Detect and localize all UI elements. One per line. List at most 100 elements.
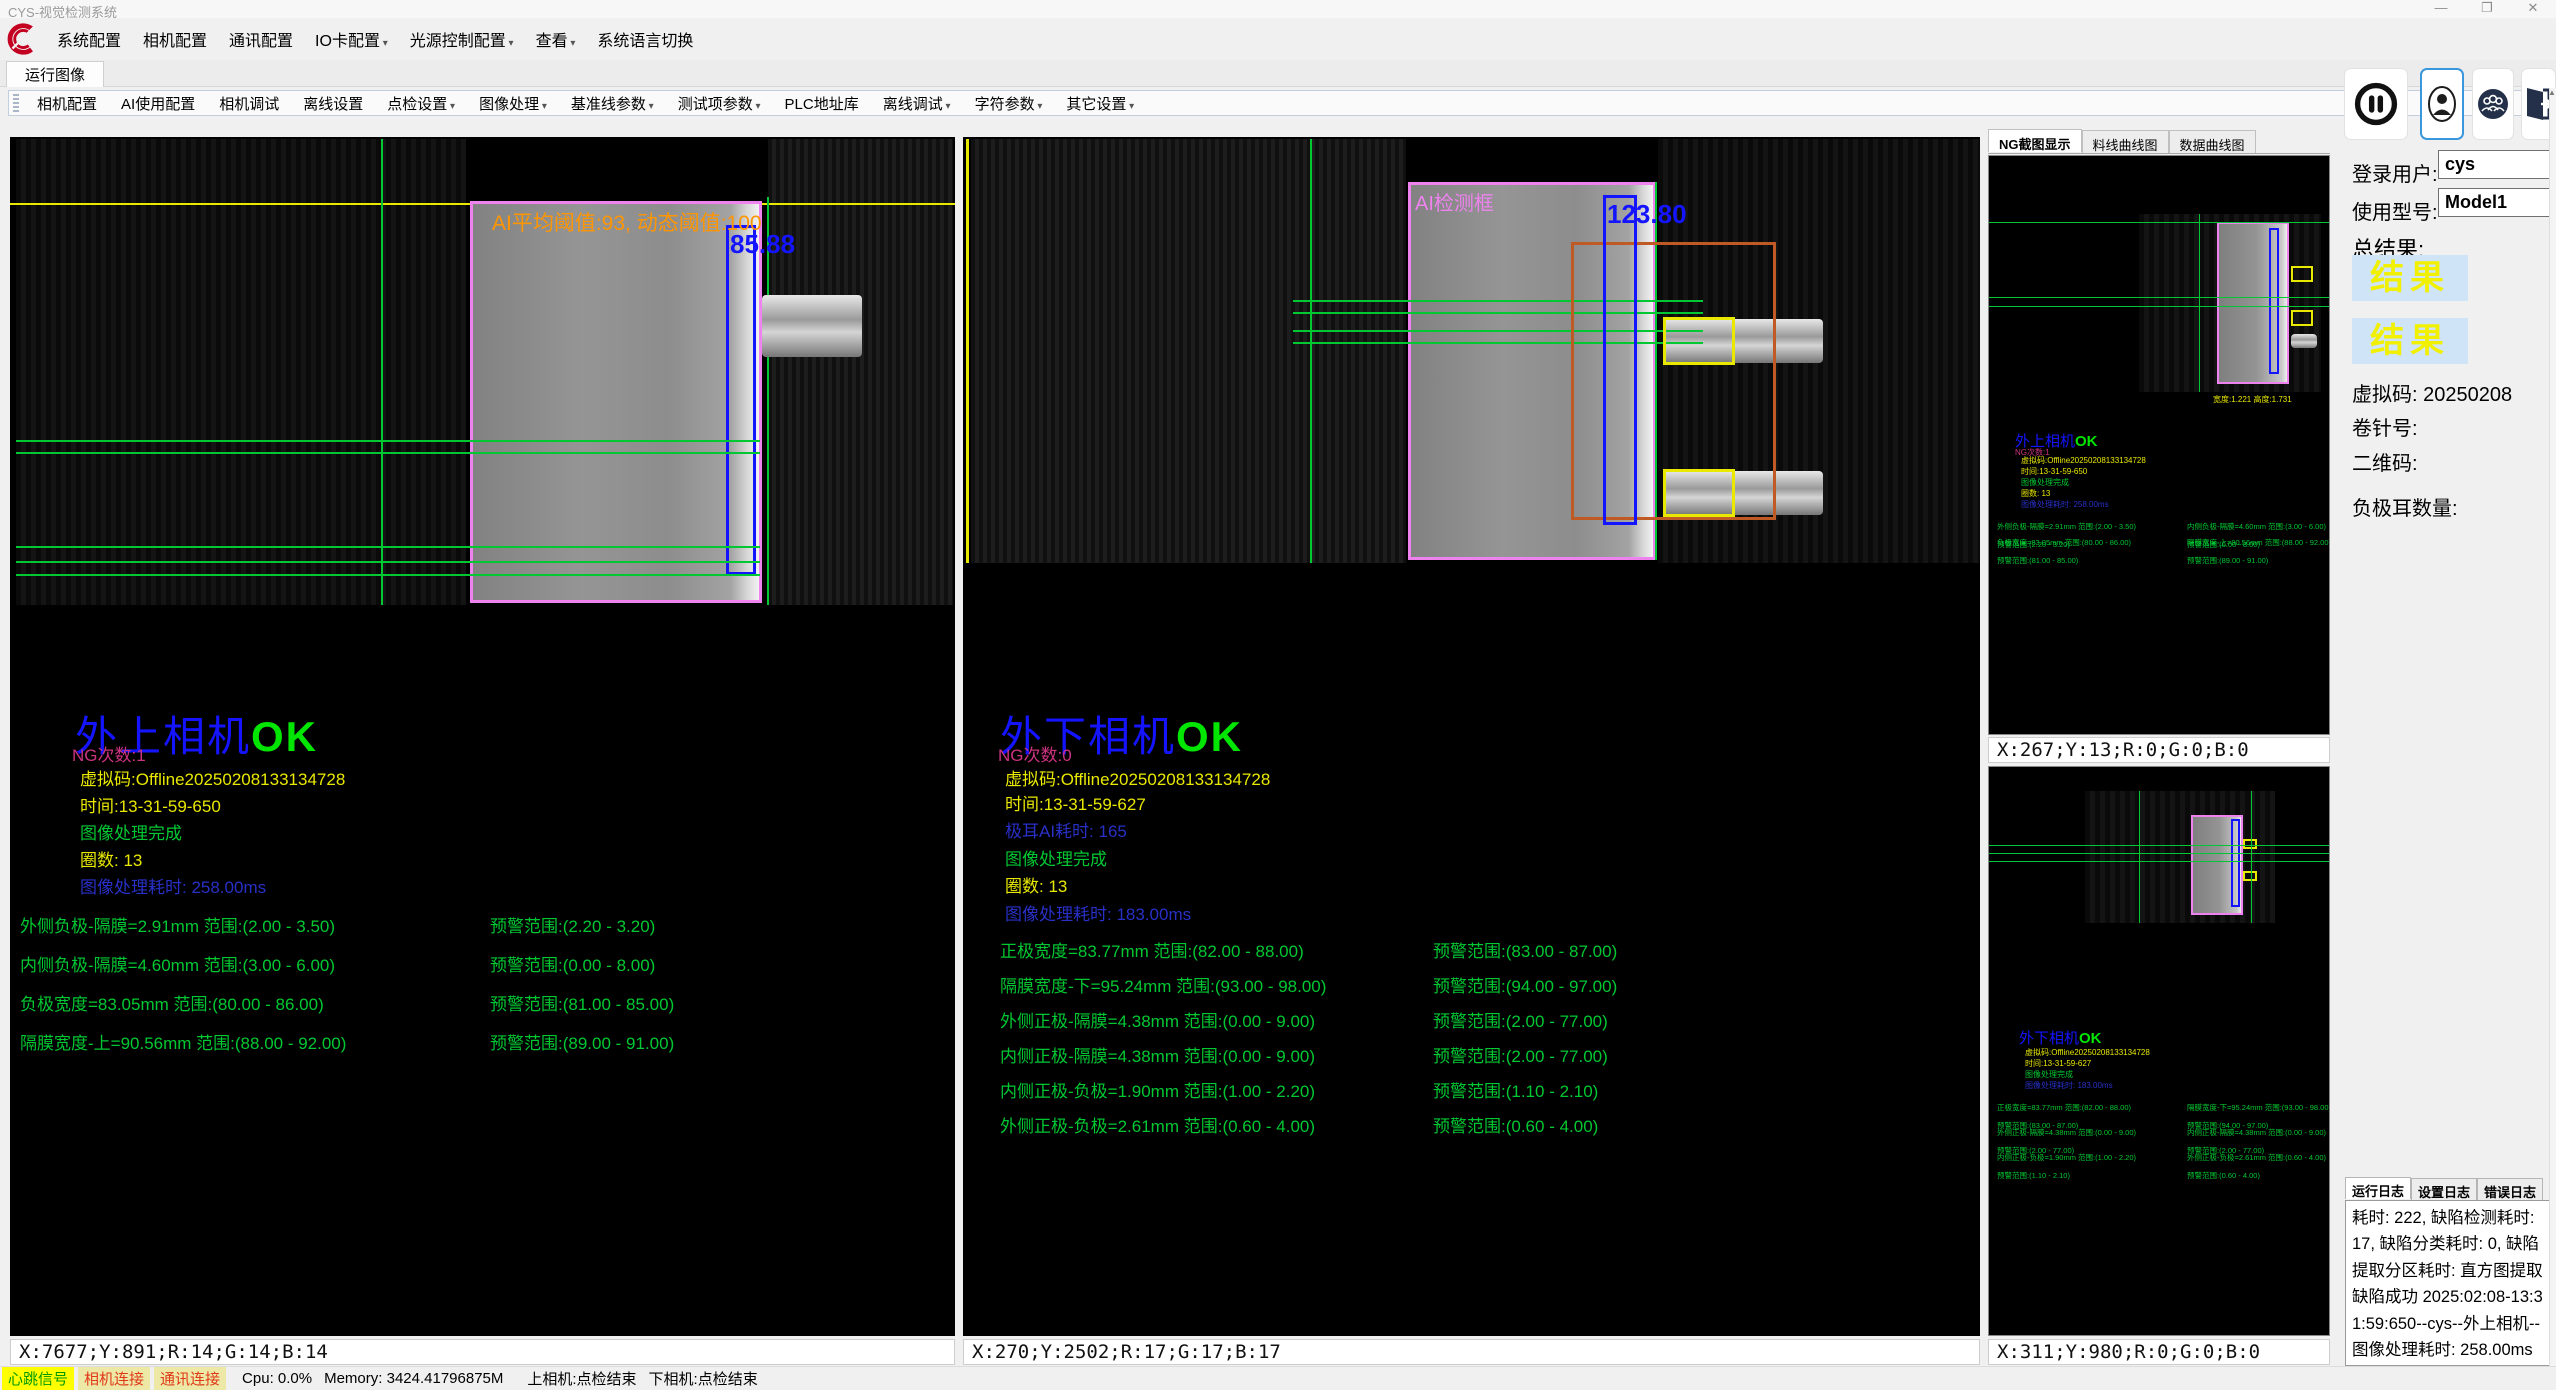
- mini-measurements: 正极宽度=83.77mm 范围:(82.00 - 88.00)预警范围:(83.…: [1997, 1097, 2323, 1172]
- log-tabs: 运行日志设置日志错误日志: [2345, 1178, 2550, 1200]
- guide-line-green: [381, 139, 383, 605]
- warning-range: 预警范围:(89.00 - 91.00): [490, 1034, 674, 1073]
- right-coords-strip: X:270;Y:2502;R:17;G:17;B:17: [963, 1339, 1980, 1365]
- camera-status: OK: [1176, 713, 1243, 760]
- measurement-value: 正极宽度=83.77mm 范围:(82.00 - 88.00): [1000, 942, 1433, 977]
- mini-line: 图像处理完成: [2025, 1069, 2150, 1080]
- toolbar-item[interactable]: PLC地址库: [773, 91, 871, 116]
- menu-items: 系统配置相机配置通讯配置IO卡配置光源控制配置查看系统语言切换: [46, 18, 704, 60]
- comm-connect-status: 通讯连接: [154, 1367, 226, 1390]
- users-button[interactable]: [2472, 68, 2514, 140]
- toolbar-item[interactable]: 相机配置: [25, 91, 109, 116]
- toolbar-item[interactable]: 其它设置: [1054, 91, 1146, 116]
- menu-item[interactable]: IO卡配置: [304, 23, 399, 55]
- toolbar-item[interactable]: 测试项参数: [666, 91, 773, 116]
- mini-measure-box: [2231, 819, 2240, 907]
- left-camera-view[interactable]: 85.88 AI平均阈值:93, 动态阈值:100 外上相机OK NG次数:1 …: [10, 137, 955, 1336]
- log-tab[interactable]: 设置日志: [2411, 1178, 2477, 1200]
- mini-guide-line: [1989, 845, 2330, 846]
- menu-item[interactable]: 系统配置: [46, 23, 132, 55]
- tab-ai-time-line: 极耳AI耗时: 165: [1005, 817, 1127, 842]
- mini-camera-status: OK: [2079, 1030, 2102, 1047]
- user-button[interactable]: [2420, 68, 2464, 140]
- guide-line-yellow: [966, 139, 969, 563]
- mini-camera-status: OK: [2075, 433, 2098, 450]
- toolbar-item[interactable]: 离线设置: [291, 91, 375, 116]
- machinery-texture: [16, 139, 466, 605]
- tab-box-yellow: [1663, 469, 1735, 517]
- maximize-icon[interactable]: ❐: [2470, 0, 2504, 18]
- warning-range: 预警范围:(0.00 - 8.00): [490, 956, 674, 995]
- mini-measurement: 隔膜宽度-下=95.24mm 范围:(93.00 - 98.00): [2187, 1103, 2330, 1112]
- guide-line-green: [16, 452, 760, 454]
- ng-view-tabs: NG截图显示料线曲线图数据曲线图: [1988, 130, 2330, 154]
- run-log-text[interactable]: 耗时: 222, 缺陷检测耗时: 17, 缺陷分类耗时: 0, 缺陷提取分区耗时…: [2345, 1200, 2550, 1366]
- users-icon: [2475, 86, 2511, 122]
- cpu-usage: Cpu: 0.0%: [242, 1370, 312, 1387]
- tab-box-yellow: [1663, 317, 1735, 365]
- mini-tab-box: [2291, 310, 2313, 326]
- result-badge-lower: 结果: [2352, 318, 2468, 364]
- process-done-line: 图像处理完成: [1005, 845, 1107, 870]
- mini-guide-line: [1989, 297, 2330, 298]
- log-tab[interactable]: 运行日志: [2345, 1177, 2411, 1199]
- measurement-value: 外侧负极-隔膜=2.91mm 范围:(2.00 - 3.50): [20, 917, 490, 956]
- toolbar-item[interactable]: 字符参数: [963, 91, 1055, 116]
- pause-button[interactable]: [2344, 68, 2408, 140]
- mini-scene: [2139, 214, 2321, 392]
- mini-tab-box: [2291, 266, 2313, 282]
- menu-item[interactable]: 查看: [525, 23, 587, 55]
- menu-item[interactable]: 系统语言切换: [586, 23, 704, 55]
- ng-thumbnail-lower[interactable]: 外下相机OK 虚拟码:Offline20250208133134728 时间:1…: [1988, 766, 2330, 1336]
- toolbar-item[interactable]: 基准线参数: [559, 91, 666, 116]
- mini-measure-box: [2269, 228, 2279, 374]
- mini-guide-line: [1989, 853, 2330, 854]
- toolbar-item[interactable]: 点检设置: [375, 91, 467, 116]
- scrollbar-up-icon[interactable]: ▲: [2548, 88, 2556, 97]
- mini-measurement: 内侧负极-隔膜=4.60mm 范围:(3.00 - 6.00): [2187, 522, 2326, 531]
- toolbar-item[interactable]: 离线调试: [871, 91, 963, 116]
- tab-run-image[interactable]: 运行图像: [6, 61, 104, 87]
- close-icon[interactable]: ✕: [2516, 0, 2550, 18]
- width-value-label: 123.80: [1607, 199, 1687, 230]
- measurement-value: 内侧正极-负极=1.90mm 范围:(1.00 - 2.20): [1000, 1082, 1433, 1117]
- ng-view-tab[interactable]: 料线曲线图: [2082, 130, 2169, 153]
- heartbeat-status: 心跳信号: [2, 1367, 74, 1390]
- measurement-list: 外侧负极-隔膜=2.91mm 范围:(2.00 - 3.50)预警范围:(2.2…: [20, 917, 674, 1073]
- view-tab-row: 运行图像: [0, 60, 2556, 87]
- menu-item[interactable]: 相机配置: [132, 23, 218, 55]
- mini-line: 图像处理完成: [2021, 477, 2146, 488]
- toolbar-item[interactable]: 相机调试: [207, 91, 291, 116]
- ng-count: NG次数:1: [72, 741, 146, 766]
- toolbar-grip-handle[interactable]: [13, 94, 19, 112]
- toolbar-item[interactable]: 图像处理: [467, 91, 559, 116]
- upper-camera-check-status: 上相机:点检结束: [527, 1368, 636, 1389]
- menu-item[interactable]: 通讯配置: [218, 23, 304, 55]
- process-done-line: 图像处理完成: [80, 819, 182, 844]
- mini-guide-line: [1989, 222, 2330, 223]
- login-user-field[interactable]: cys: [2438, 150, 2556, 179]
- warning-range: 预警范围:(2.00 - 77.00): [1433, 1047, 1617, 1082]
- ng-thumbnail-upper[interactable]: 宽度:1.221 高度:1.731 外上相机OK NG次数:1 虚拟码:Offl…: [1988, 155, 2330, 735]
- guide-line-green: [16, 546, 760, 548]
- toolbar-item[interactable]: AI使用配置: [109, 91, 207, 116]
- guide-line-green: [1310, 139, 1312, 563]
- right-scrollbar[interactable]: [2549, 88, 2556, 1366]
- thumb2-coords-strip: X:311;Y:980;R:0;G:0;B:0: [1988, 1339, 2330, 1365]
- menu-item[interactable]: 光源控制配置: [399, 23, 525, 55]
- menu-bar: 系统配置相机配置通讯配置IO卡配置光源控制配置查看系统语言切换: [0, 18, 2556, 60]
- mini-line: 图像处理耗时: 258.00ms: [2021, 499, 2146, 510]
- log-tab[interactable]: 错误日志: [2477, 1178, 2543, 1200]
- mini-measurement: 外侧正极-负极=2.61mm 范围:(0.60 - 4.00): [2187, 1153, 2326, 1162]
- right-camera-view[interactable]: 123.80 AI检测框 外下相机OK NG次数:0 虚拟码:Offline20…: [963, 137, 1980, 1336]
- model-field[interactable]: Model1: [2438, 188, 2556, 217]
- ng-view-tab[interactable]: NG截图显示: [1988, 129, 2082, 152]
- mini-guide-line: [1989, 861, 2330, 862]
- sidebar-info-row: 卷针号:: [2352, 412, 2418, 441]
- ng-view-tab[interactable]: 数据曲线图: [2169, 130, 2256, 153]
- camera-image-region: [470, 201, 762, 603]
- process-time-line: 图像处理耗时: 258.00ms: [80, 873, 266, 898]
- title-bar: CYS-视觉检测系统 — ❐ ✕: [0, 0, 2556, 18]
- warning-range: 预警范围:(83.00 - 87.00): [1433, 942, 1617, 977]
- minimize-icon[interactable]: —: [2424, 0, 2458, 18]
